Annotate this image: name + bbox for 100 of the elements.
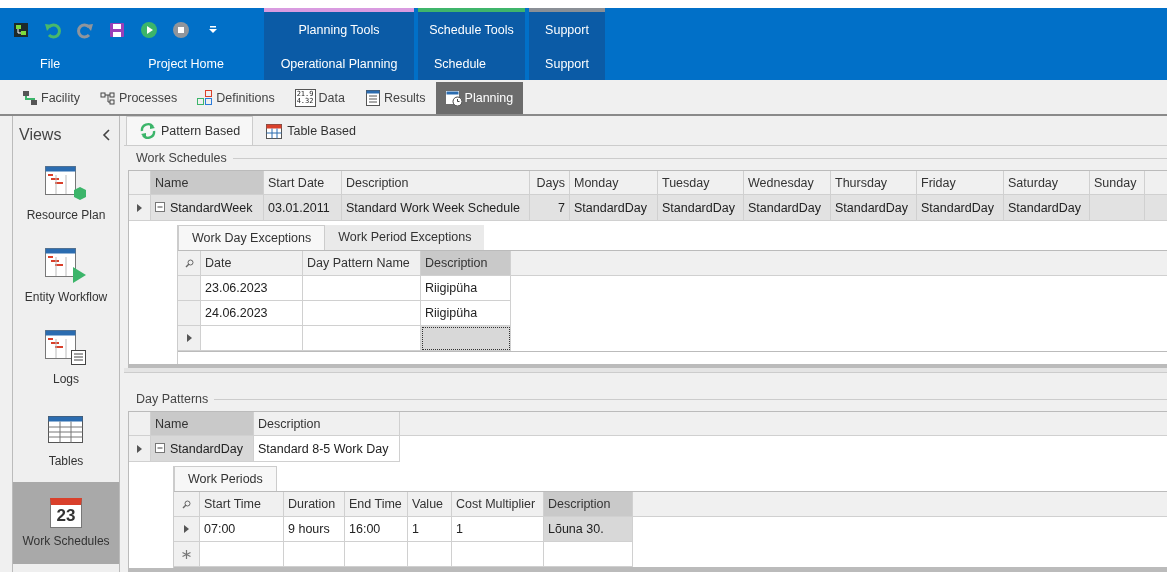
table-cell[interactable]: 03.01.2011 [264, 195, 342, 221]
calendar-table-icon [265, 122, 284, 140]
table-cell[interactable] [345, 542, 408, 567]
group-title: Day Patterns [135, 392, 210, 406]
table-cell[interactable]: StandardDay [831, 195, 917, 221]
chart-document-icon [45, 330, 87, 366]
table-cell[interactable]: Standard Work Week Schedule [342, 195, 530, 221]
table-cell[interactable]: 1 [408, 517, 452, 542]
table-cell[interactable]: 07:00 [200, 517, 284, 542]
table-cell[interactable] [303, 276, 421, 301]
expand-row-icon[interactable] [137, 203, 142, 212]
ribbon-tab[interactable]: Schedule [418, 48, 502, 80]
panel-title: Views [19, 126, 62, 144]
collapse-icon[interactable] [101, 129, 111, 141]
table-cell[interactable] [284, 542, 345, 567]
table-cell[interactable]: 24.06.2023 [201, 301, 303, 326]
expand-row-icon[interactable] [137, 444, 142, 453]
table-cell[interactable]: StandardDay [1004, 195, 1090, 221]
module-tab[interactable]: Results [354, 82, 436, 114]
column-header[interactable]: Saturday [1004, 171, 1090, 195]
column-header[interactable]: Duration [284, 492, 345, 517]
view-tab[interactable]: Table Based [253, 117, 369, 145]
row-header[interactable] [129, 436, 151, 462]
ribbon-tab[interactable]: File [34, 57, 67, 71]
column-header[interactable]: Day Pattern Name [303, 251, 421, 276]
table-cell[interactable] [1090, 195, 1145, 221]
context-group-title: Planning Tools [297, 22, 381, 39]
module-tab[interactable]: Facility [12, 82, 90, 114]
column-header[interactable]: Friday [917, 171, 1004, 195]
table-cell[interactable]: 9 hours [284, 517, 345, 542]
row-header[interactable] [129, 195, 151, 221]
table-cell[interactable]: StandardDay [917, 195, 1004, 221]
module-tab[interactable]: Processes [89, 82, 188, 114]
view-item[interactable]: Resource Plan [13, 154, 119, 236]
context-group-title: Support [544, 22, 590, 39]
app-icon[interactable] [12, 21, 30, 39]
view-item[interactable]: Logs [13, 318, 119, 400]
collapse-box-icon[interactable] [155, 202, 166, 213]
column-header[interactable]: Days [530, 171, 570, 195]
column-header[interactable]: Start Date [264, 171, 342, 195]
column-header[interactable]: Wednesday [744, 171, 831, 195]
collapse-box-icon[interactable] [155, 443, 166, 454]
column-header[interactable]: End Time [345, 492, 408, 517]
column-header[interactable]: Thursday [831, 171, 917, 195]
search-icon[interactable] [184, 258, 194, 268]
column-header[interactable]: Description [421, 251, 511, 276]
row-header [129, 412, 151, 436]
ribbon-tab[interactable]: Project Home [142, 57, 230, 71]
table-cell[interactable]: StandardWeek [151, 195, 264, 221]
view-item[interactable]: Tables [13, 400, 119, 482]
row-header[interactable] [174, 517, 200, 542]
table-cell[interactable]: StandardDay [744, 195, 831, 221]
detail-tab[interactable]: Work Day Exceptions [178, 225, 326, 250]
row-header[interactable] [178, 326, 201, 351]
view-item[interactable]: 23 Work Schedules [13, 482, 119, 564]
current-row-icon [186, 334, 192, 342]
column-header[interactable]: Description [342, 171, 530, 195]
column-header[interactable]: Name [151, 412, 254, 436]
play-icon[interactable] [140, 21, 158, 39]
table-cell[interactable]: StandardDay [151, 436, 254, 462]
column-header[interactable]: Description [544, 492, 633, 517]
context-group-title: Schedule Tools [428, 22, 515, 39]
module-tab[interactable]: Definitions [187, 82, 285, 114]
group-title: Work Schedules [135, 151, 228, 165]
table-cell[interactable]: 7 [530, 195, 570, 221]
table-cell[interactable] [303, 301, 421, 326]
view-item[interactable]: Entity Workflow [13, 236, 119, 318]
view-tab[interactable]: Pattern Based [126, 116, 254, 145]
table-cell[interactable] [408, 542, 452, 567]
refresh-icon [139, 122, 157, 140]
detail-tab[interactable]: Work Periods [174, 466, 277, 491]
ribbon-tab[interactable]: Support [529, 48, 605, 80]
flowchart-icon [99, 90, 116, 106]
table-cell[interactable]: Lõuna 30. [544, 517, 633, 542]
table-cell[interactable]: StandardDay [658, 195, 744, 221]
detail-tab[interactable]: Work Period Exceptions [325, 225, 485, 250]
save-icon[interactable] [108, 21, 126, 39]
module-tab[interactable]: Planning [435, 82, 524, 114]
table-cell[interactable] [200, 542, 284, 567]
column-header[interactable]: Description [254, 412, 400, 436]
column-header[interactable]: Tuesday [658, 171, 744, 195]
row-header [129, 171, 151, 195]
column-header[interactable]: Sunday [1090, 171, 1145, 195]
row-header[interactable] [174, 542, 200, 567]
column-header[interactable]: Monday [570, 171, 658, 195]
table-cell[interactable] [421, 326, 511, 351]
list-icon [364, 90, 381, 106]
table-cell[interactable]: 23.06.2023 [201, 276, 303, 301]
ribbon-tab[interactable]: Operational Planning [264, 48, 414, 80]
table-cell[interactable] [452, 542, 544, 567]
search-icon[interactable] [182, 499, 191, 509]
column-header[interactable]: Date [201, 251, 303, 276]
chart-play-icon [45, 248, 87, 284]
column-header[interactable]: Start Time [200, 492, 284, 517]
table-cell[interactable] [201, 326, 303, 351]
table-cell[interactable]: 16:00 [345, 517, 408, 542]
column-header[interactable]: Name [151, 171, 264, 195]
column-header[interactable]: Value [408, 492, 452, 517]
column-header[interactable]: Cost Multiplier [452, 492, 544, 517]
table-cell[interactable]: StandardDay [570, 195, 658, 221]
